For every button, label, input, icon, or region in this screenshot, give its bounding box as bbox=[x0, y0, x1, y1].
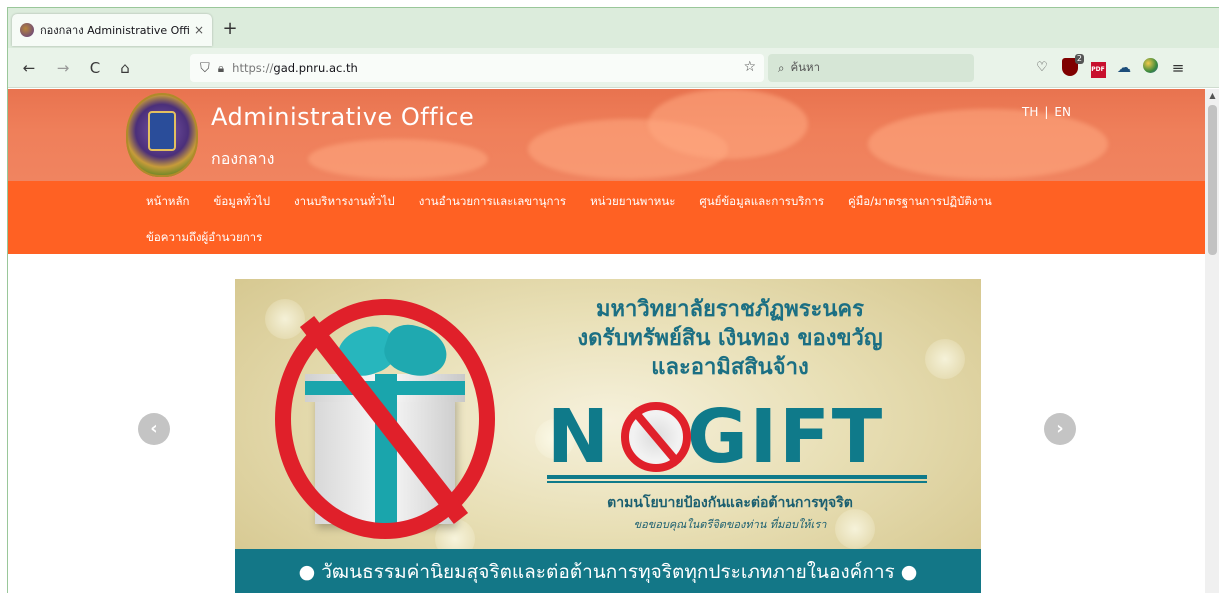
back-button[interactable]: ← bbox=[18, 57, 40, 79]
no-gift-wordmark: N GIFT bbox=[547, 396, 932, 478]
bookmark-star-icon[interactable]: ☆ bbox=[743, 59, 756, 75]
address-bar[interactable]: ⛉ 🔒︎ https://gad.pnru.ac.th ☆ bbox=[190, 54, 764, 82]
pdf-extension-icon[interactable]: PDF bbox=[1088, 58, 1108, 78]
slide-heading-line2: งดรับทรัพย์สิน เงินทอง ของขวัญ bbox=[577, 326, 883, 351]
slide-heading-line3: และอามิสสินจ้าง bbox=[651, 355, 809, 380]
slide-policy-text: ตามนโยบายป้องกันและต่อต้านการทุจริต bbox=[607, 495, 853, 511]
forward-button[interactable]: → bbox=[52, 57, 74, 79]
navigation-toolbar: ← → C ⌂ ⛉ 🔒︎ https://gad.pnru.ac.th ☆ ⌕ … bbox=[8, 48, 1219, 88]
menu-item-message-director[interactable]: ข้อความถึงผู้อำนวยการ bbox=[146, 229, 262, 247]
url-text[interactable]: https://gad.pnru.ac.th bbox=[232, 61, 358, 75]
slide-footer-banner: ● วัฒนธรรมค่านิยมสุจริตและต่อต้านการทุจร… bbox=[235, 549, 981, 593]
no-gift-illustration bbox=[275, 299, 495, 549]
pdf-label: PDF bbox=[1090, 62, 1106, 78]
slider-prev-button[interactable]: ‹ bbox=[138, 413, 170, 445]
menu-item-manuals[interactable]: คู่มือ/มาตรฐานการปฏิบัติงาน bbox=[848, 193, 992, 211]
url-prefix: https:// bbox=[232, 61, 274, 75]
tab-strip: กองกลาง Administrative Office × + bbox=[8, 8, 1219, 48]
search-input[interactable]: ⌕ ค้นหา bbox=[768, 54, 974, 82]
slide-heading: มหาวิทยาลัยราชภัฏพระนคร งดรับทรัพย์สิน เ… bbox=[495, 295, 965, 382]
scrollbar-thumb[interactable] bbox=[1208, 105, 1217, 255]
slide-heading-line1: มหาวิทยาลัยราชภัฏพระนคร bbox=[596, 297, 864, 322]
globe-extension-icon[interactable] bbox=[1140, 58, 1160, 78]
banner-slide[interactable]: มหาวิทยาลัยราชภัฏพระนคร งดรับทรัพย์สิน เ… bbox=[235, 279, 981, 593]
menu-item-general-admin[interactable]: งานบริหารงานทั่วไป bbox=[294, 193, 395, 211]
site-favicon-icon bbox=[20, 23, 34, 37]
slider-next-button[interactable]: › bbox=[1044, 413, 1076, 445]
wordmark-gift: GIFT bbox=[686, 394, 885, 480]
search-icon: ⌕ bbox=[778, 60, 785, 75]
site-subtitle: กองกลาง bbox=[211, 149, 275, 168]
slide-thanks-text: ขอขอบคุณในตรีจิตของท่าน ที่มอบให้เรา bbox=[633, 518, 827, 531]
mini-no-gift-icon bbox=[621, 402, 691, 472]
lock-icon[interactable]: 🔒︎ bbox=[218, 61, 224, 76]
menu-item-home[interactable]: หน้าหลัก bbox=[146, 193, 190, 211]
browser-window: กองกลาง Administrative Office × + ← → C … bbox=[7, 7, 1219, 593]
page-viewport: Administrative Office กองกลาง TH | EN หน้า… bbox=[8, 89, 1205, 593]
menu-item-general-info[interactable]: ข้อมูลทั่วไป bbox=[214, 193, 271, 211]
ublock-badge: 2 bbox=[1074, 54, 1084, 64]
scroll-up-icon[interactable]: ▲ bbox=[1205, 89, 1219, 103]
tab-title: กองกลาง Administrative Office bbox=[40, 24, 190, 37]
new-tab-button[interactable]: + bbox=[218, 19, 242, 39]
search-placeholder: ค้นหา bbox=[790, 60, 821, 74]
menu-row-2: ข้อความถึงผู้อำนวยการ bbox=[146, 229, 286, 247]
reload-button[interactable]: C bbox=[84, 57, 106, 79]
main-menu: หน้าหลัก ข้อมูลทั่วไป งานบริหารงานทั่วไป… bbox=[8, 181, 1205, 254]
hamburger-menu-icon[interactable]: ≡ bbox=[1168, 58, 1188, 78]
url-host: gad.pnru.ac.th bbox=[273, 61, 358, 75]
home-button[interactable]: ⌂ bbox=[114, 57, 136, 79]
menu-item-info-center[interactable]: ศูนย์ข้อมูลและการบริการ bbox=[699, 193, 824, 211]
lang-en-link[interactable]: EN bbox=[1054, 105, 1071, 119]
tab-close-icon[interactable]: × bbox=[194, 23, 204, 37]
menu-row-1: หน้าหลัก ข้อมูลทั่วไป งานบริหารงานทั่วไป… bbox=[146, 193, 1016, 211]
site-title: Administrative Office bbox=[211, 103, 475, 131]
cloud-extension-icon[interactable]: ☁ bbox=[1114, 58, 1134, 78]
lang-separator: | bbox=[1044, 105, 1049, 119]
ublock-extension-icon[interactable]: 2 bbox=[1060, 54, 1084, 78]
browser-tab[interactable]: กองกลาง Administrative Office × bbox=[12, 14, 212, 46]
menu-item-secretariat[interactable]: งานอำนวยการและเลขานุการ bbox=[419, 193, 566, 211]
pocket-icon[interactable]: ♡ bbox=[1032, 58, 1052, 78]
university-logo[interactable] bbox=[126, 93, 198, 177]
lang-th-link[interactable]: TH bbox=[1022, 105, 1038, 119]
menu-item-vehicles[interactable]: หน่วยยานพาหนะ bbox=[590, 193, 675, 211]
language-switcher: TH | EN bbox=[1022, 105, 1071, 119]
wordmark-n: N bbox=[547, 394, 611, 480]
page-scrollbar[interactable]: ▲ bbox=[1205, 89, 1219, 593]
tracking-shield-icon[interactable]: ⛉ bbox=[200, 61, 210, 76]
site-header: Administrative Office กองกลาง TH | EN bbox=[8, 89, 1205, 181]
